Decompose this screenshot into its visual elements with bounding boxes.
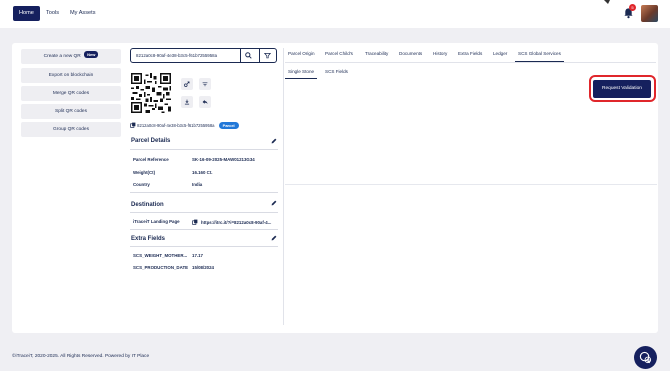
parcel-details-title: Parcel Details [131,138,171,144]
asset-code-row: 8212a0c8-90af-4e38-b3c5-f61b7255958a Par… [130,122,239,129]
tab-documents[interactable]: Documents [396,48,425,62]
tab-extra-fields[interactable]: Extra Fields [455,48,485,62]
section-divider [130,212,278,213]
country-label: Country [133,182,150,187]
share-button[interactable] [181,78,193,90]
nav-my-assets[interactable]: My Assets [64,6,102,21]
edit-parcel-details-icon[interactable] [271,138,277,144]
tab-ledger[interactable]: Ledger [490,48,510,62]
search-divider-2 [259,49,260,62]
create-qr-button[interactable]: Create a new QR New [21,49,121,64]
landing-page-link[interactable]: https://itrc.it/?i=8212a0c8-90af-4... [201,220,271,225]
tab-parcel-origin[interactable]: Parcel Origin [285,48,318,62]
extra-field-label: SCS_PRODUCTION_DATE [133,265,189,270]
qr-code-image [131,73,171,113]
filter-icon[interactable] [264,52,271,59]
mouse-cursor-icon [604,0,610,4]
country-value: India [192,182,203,187]
extra-field-value: 15/08/2024 [192,265,214,270]
chat-support-button[interactable] [634,346,657,369]
edit-extra-fields-icon[interactable] [271,235,277,241]
extra-field-value: 17.17 [192,253,203,258]
search-divider [240,49,241,62]
group-qr-button[interactable]: Group QR codes [21,122,121,137]
notification-count-badge: 5 [629,4,636,11]
search-input[interactable]: 8212a0c8-90af-4e38-b3c5-f61b7255958a [136,49,217,62]
section-divider [130,246,278,247]
nav-tools[interactable]: Tools [40,6,65,21]
asset-type-badge: Parcel [218,122,239,129]
new-badge: New [84,51,99,58]
destination-title: Destination [131,202,164,208]
split-qr-button[interactable]: Split QR codes [21,104,121,119]
request-validation-button[interactable]: Request Validation [593,80,651,98]
user-avatar[interactable] [641,5,658,22]
download-button[interactable] [181,96,193,108]
reply-icon [202,99,208,105]
section-divider [130,149,278,150]
qr-search-box: 8212a0c8-90af-4e38-b3c5-f61b7255958a [130,48,277,63]
export-blockchain-button[interactable]: Export on blockchain [21,68,121,83]
create-qr-label: Create a new QR [43,54,81,59]
subtab-single-stone[interactable]: Single Stone [285,67,318,79]
search-icon[interactable] [245,52,252,59]
footer-copyright: ©iTraceiT, 2020-2025. All Rights Reserve… [12,354,150,359]
extra-fields-title: Extra Fields [131,236,166,242]
copy-icon[interactable] [130,122,136,128]
section-divider [130,229,278,230]
chat-icon [639,351,652,364]
tab-history[interactable]: History [430,48,450,62]
parcel-ref-value: SK-16-09-2025-MAW01213G34 [192,157,255,162]
column-divider [283,48,284,325]
parcel-ref-label: Parcel Reference [133,157,169,162]
extra-field-label: SCS_WEIGHT_MOTHER... [133,253,188,258]
subtab-scs-fields[interactable]: SCS Fields [322,67,351,79]
landing-page-label: iTraceiT Landing Page [133,219,180,224]
tab-traceability[interactable]: Traceability [362,48,391,62]
edit-destination-icon[interactable] [271,200,277,206]
tab-scs-global-services[interactable]: SCS Global Services [515,48,564,62]
reply-button[interactable] [199,96,211,108]
sort-button[interactable] [199,78,211,90]
asset-code: 8212a0c8-90af-4e38-b3c5-f61b7255958a [137,123,215,128]
merge-qr-button[interactable]: Merge QR codes [21,86,121,101]
section-divider [130,192,278,193]
weight-value: 16.160 Ct. [192,170,213,175]
weight-label: Weight(Ct) [133,170,156,175]
download-icon [184,99,190,105]
tab-bar-line [285,62,656,63]
share-icon [184,81,190,87]
copy-link-icon[interactable] [192,219,198,225]
tab-parcel-childs[interactable]: Parcel Child's [322,48,356,62]
nav-home[interactable]: Home [13,6,40,21]
filter-lines-icon [202,82,208,87]
top-navbar: Home Tools My Assets 5 [0,0,670,28]
